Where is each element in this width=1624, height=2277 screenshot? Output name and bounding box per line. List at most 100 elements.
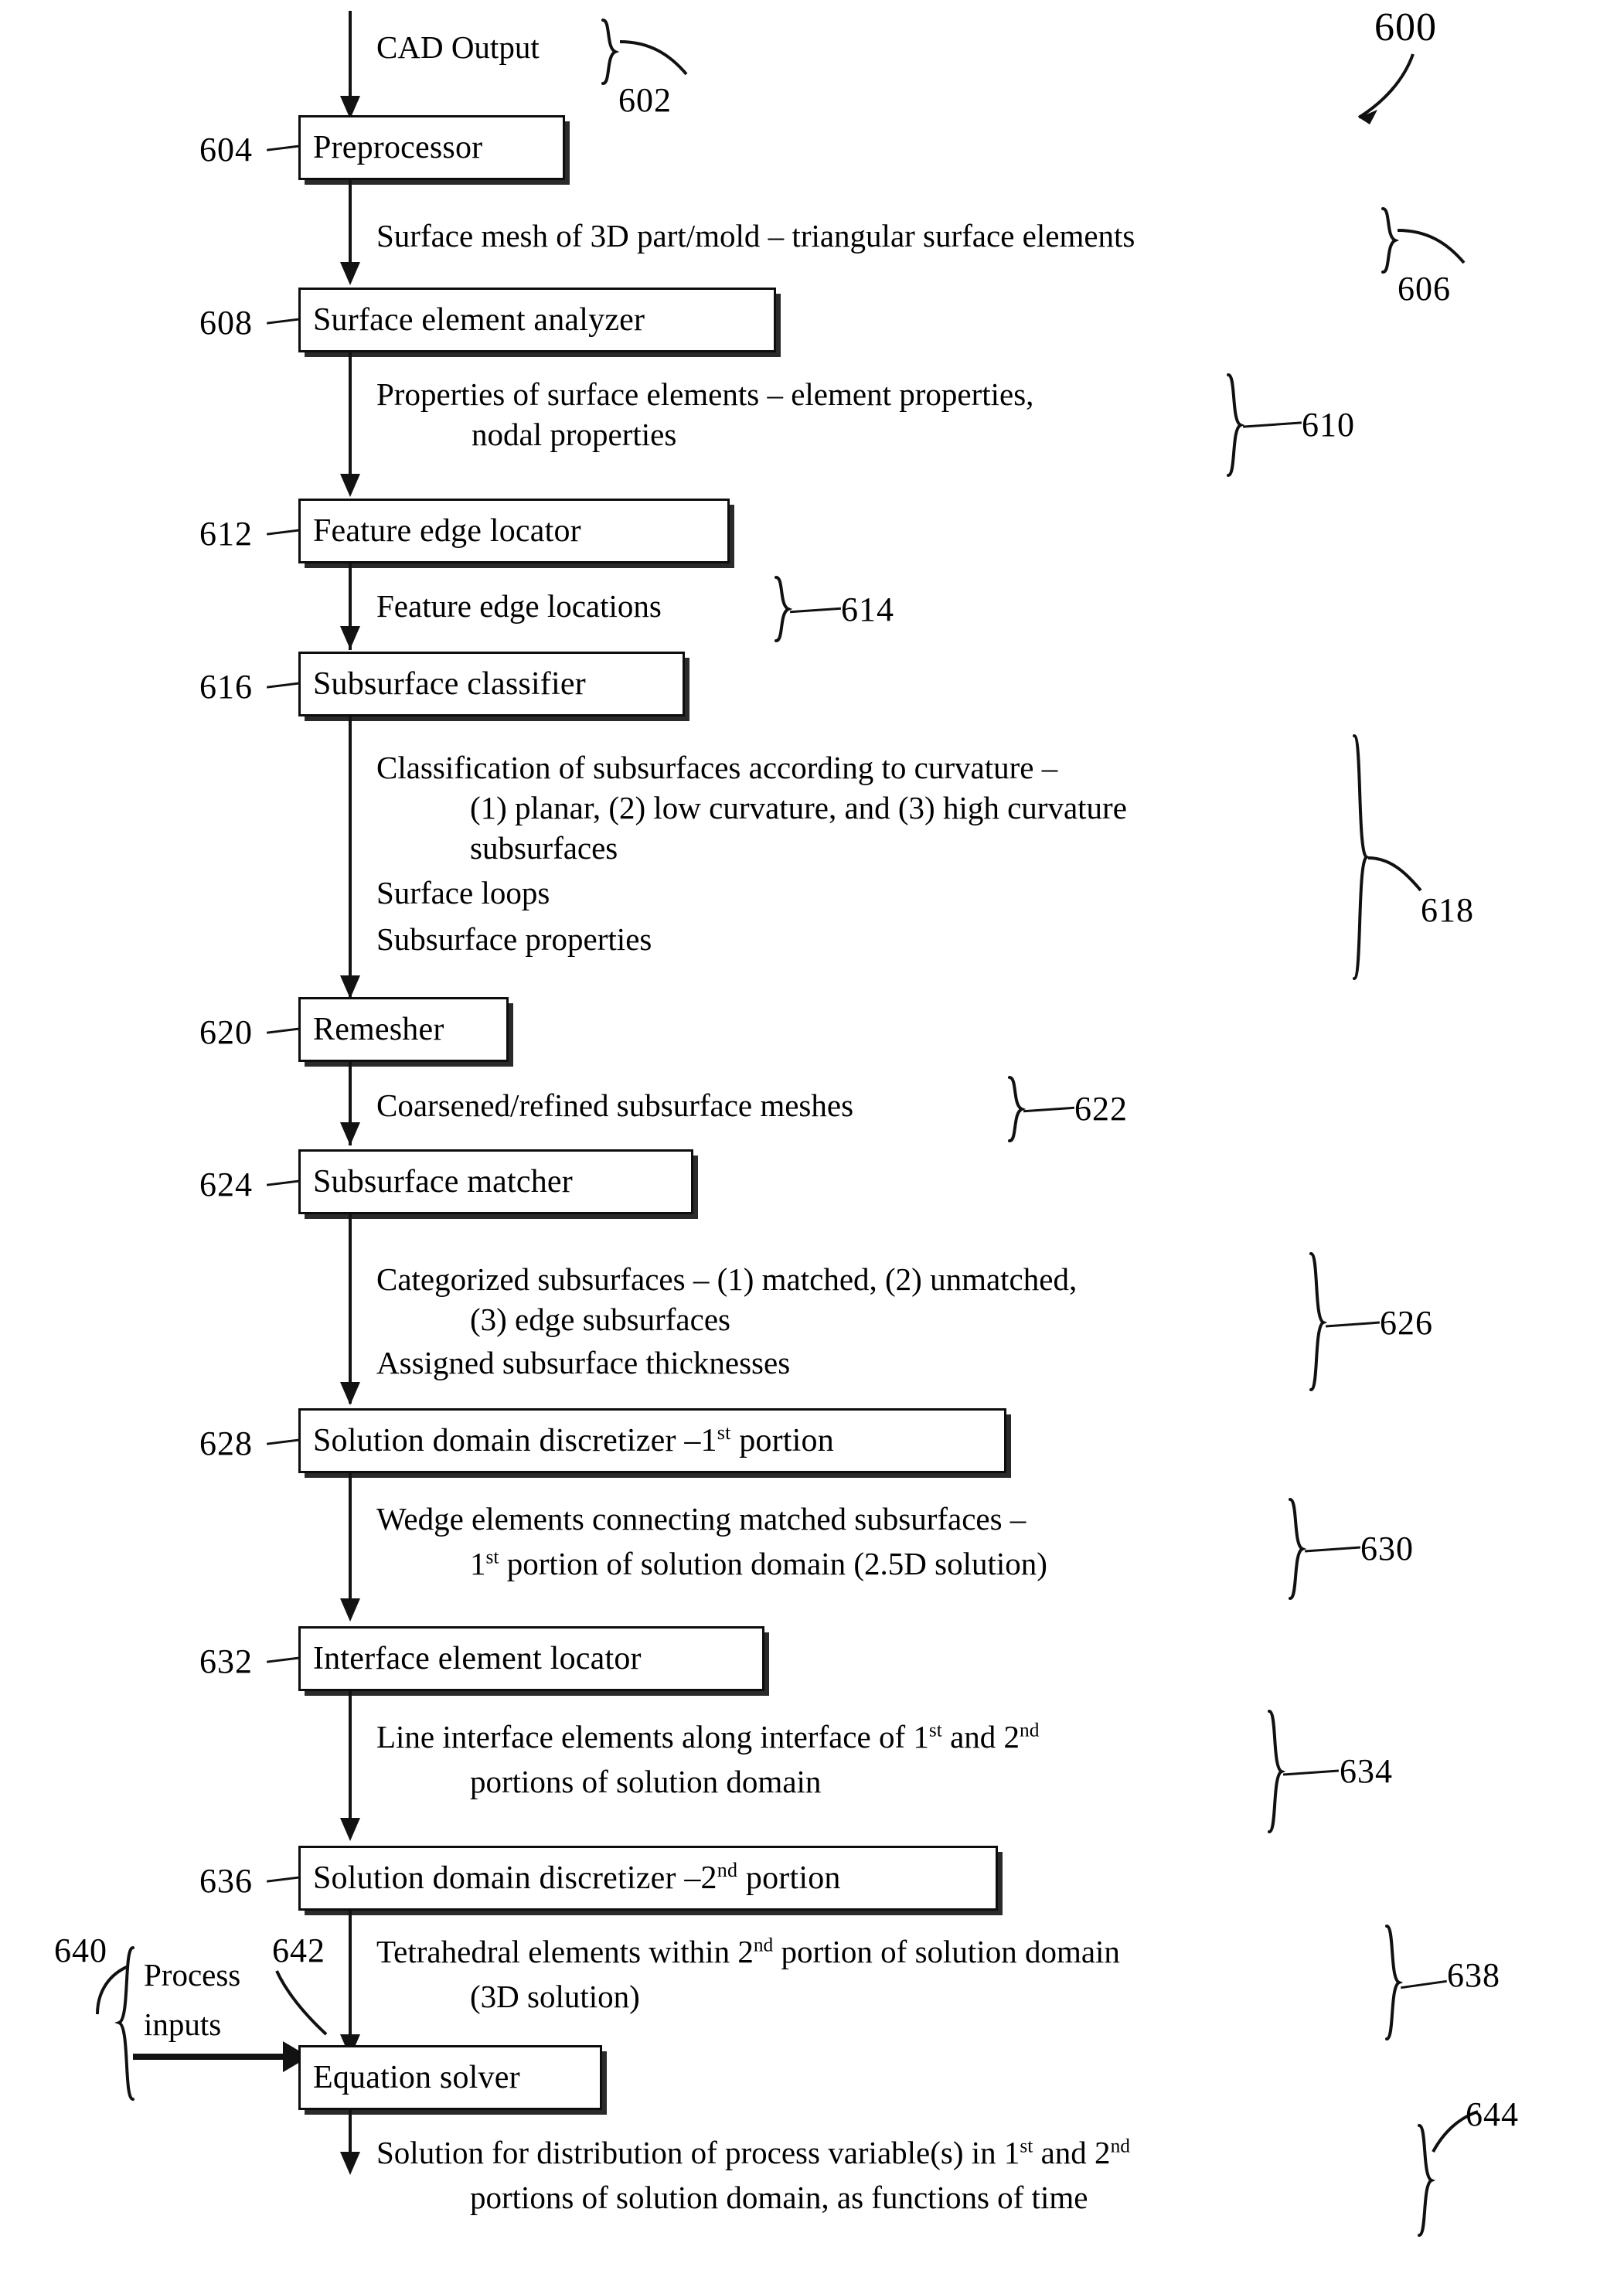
flow-text-610: Properties of surface elements – element… <box>376 375 1033 414</box>
box-subsurface-classifier[interactable]: Subsurface classifier <box>298 652 685 716</box>
flow-text-606: Surface mesh of 3D part/mold – triangula… <box>376 216 1135 255</box>
flow-text-626-line3: Assigned subsurface thicknesses <box>376 1343 790 1382</box>
flow-text-634-line1: Line interface elements along interface … <box>376 1717 1039 1756</box>
flow-text-626-line1: Categorized subsurfaces – (1) matched, (… <box>376 1260 1077 1298</box>
flow-630-line1: Wedge elements connecting matched subsur… <box>376 1501 1026 1537</box>
ref-number-606: 606 <box>1398 270 1451 308</box>
ref-number-638: 638 <box>1447 1956 1500 1994</box>
ref-number-618: 618 <box>1421 891 1474 929</box>
flow-text-618-line5: Subsurface properties <box>376 920 652 958</box>
flow-text-644-line1: Solution for distribution of process var… <box>376 2133 1130 2172</box>
leader-624 <box>266 1179 301 1186</box>
flow-634-line2: portions of solution domain <box>470 1764 822 1799</box>
box-solution-domain-discretizer-1st[interactable]: Solution domain discretizer –1st portion <box>298 1408 1006 1473</box>
arrow-head-624-628 <box>340 1382 360 1405</box>
brace-630 <box>1289 1498 1307 1600</box>
flow-text-626-line2: (3) edge subsurfaces <box>470 1300 730 1339</box>
brace-614 <box>775 576 793 642</box>
leader-628 <box>266 1438 301 1445</box>
flow-text-602: CAD Output <box>376 28 540 66</box>
flow-text-634-line2: portions of solution domain <box>470 1762 821 1801</box>
flow-text-618-line2: (1) planar, (2) low curvature, and (3) h… <box>470 788 1127 827</box>
flow-text-618-line1: Classification of subsurfaces according … <box>376 748 1057 787</box>
box-interface-element-locator[interactable]: Interface element locator <box>298 1626 764 1691</box>
flow-614-line1: Feature edge locations <box>376 588 662 624</box>
box-interface-element-locator-label: Interface element locator <box>313 1640 642 1676</box>
ref-number-620: 620 <box>199 1013 253 1051</box>
flow-610-line2: nodal properties <box>472 417 677 452</box>
process-inputs-line2: inputs <box>144 2005 221 2044</box>
arrow-head-solver-output <box>340 2152 360 2175</box>
leader-632 <box>266 1656 301 1663</box>
flow-626-line3: Assigned subsurface thicknesses <box>376 1345 791 1380</box>
box-surface-element-analyzer-label: Surface element analyzer <box>313 301 645 338</box>
leader-602 <box>619 40 688 76</box>
box-equation-solver[interactable]: Equation solver <box>298 2045 602 2110</box>
leader-620 <box>266 1027 301 1034</box>
flow-text-638-line2: (3D solution) <box>470 1977 640 2016</box>
flow-618-line2: (1) planar, (2) low curvature, and (3) h… <box>470 790 1127 825</box>
box-remesher[interactable]: Remesher <box>298 997 509 1062</box>
flow-638-line1: Tetrahedral elements within 2nd portion … <box>376 1934 1120 1969</box>
flow-text-618-line4: Surface loops <box>376 873 550 912</box>
ref-number-622: 622 <box>1074 1090 1128 1128</box>
flow-644-line1: Solution for distribution of process var… <box>376 2135 1130 2170</box>
arrow-line-solver-output <box>349 2110 352 2158</box>
arrow-line-cad-to-preprocessor <box>349 11 352 100</box>
flow-text-622: Coarsened/refined subsurface meshes <box>376 1086 853 1125</box>
box-solution-domain-discretizer-1st-label: Solution domain discretizer –1st portion <box>313 1421 834 1458</box>
flow-606-line1: Surface mesh of 3D part/mold – triangula… <box>376 218 1135 254</box>
ref-number-642: 642 <box>272 1932 325 1969</box>
box-subsurface-classifier-label: Subsurface classifier <box>313 665 586 702</box>
box-preprocessor[interactable]: Preprocessor <box>298 115 565 180</box>
arrow-line-624-628 <box>349 1214 352 1404</box>
process-inputs-text-2: inputs <box>144 2006 222 2042</box>
ref-number-612: 612 <box>199 515 253 553</box>
process-inputs-text-1: Process <box>144 1957 241 1993</box>
brace-634 <box>1268 1710 1286 1833</box>
arrow-head-628-632 <box>340 1598 360 1622</box>
box-equation-solver-label: Equation solver <box>313 2059 520 2095</box>
flow-618-line1: Classification of subsurfaces according … <box>376 750 1058 785</box>
arrow-head-616-620 <box>340 975 360 999</box>
leader-642 <box>275 1970 328 2036</box>
ref-number-636: 636 <box>199 1862 253 1900</box>
ref-number-614: 614 <box>841 591 894 628</box>
arrow-line-616-620 <box>349 716 352 1003</box>
arrow-line-636-solver <box>349 1911 352 2040</box>
box-surface-element-analyzer[interactable]: Surface element analyzer <box>298 288 776 352</box>
leader-608 <box>266 318 301 325</box>
flow-618-line3: subsurfaces <box>470 830 618 866</box>
arrow-head-608-612 <box>340 474 360 497</box>
box-solution-domain-discretizer-2nd[interactable]: Solution domain discretizer –2nd portion <box>298 1846 998 1911</box>
process-inputs-line1: Process <box>144 1955 240 1994</box>
ref-number-610: 610 <box>1302 406 1355 444</box>
flow-text-630-line1: Wedge elements connecting matched subsur… <box>376 1499 1026 1538</box>
flow-text-644-line2: portions of solution domain, as function… <box>470 2178 1088 2217</box>
box-subsurface-matcher-label: Subsurface matcher <box>313 1163 573 1200</box>
arrow-line-604-608 <box>349 180 352 267</box>
box-subsurface-matcher[interactable]: Subsurface matcher <box>298 1149 693 1214</box>
box-solution-domain-discretizer-2nd-label: Solution domain discretizer –2nd portion <box>313 1858 841 1896</box>
ref-number-634: 634 <box>1340 1752 1393 1790</box>
leader-604 <box>266 145 301 151</box>
arrow-head-612-616 <box>340 626 360 649</box>
brace-626 <box>1309 1252 1328 1391</box>
flow-626-line1: Categorized subsurfaces – (1) matched, (… <box>376 1261 1078 1297</box>
box-feature-edge-locator[interactable]: Feature edge locator <box>298 499 730 563</box>
ref-number-616: 616 <box>199 668 253 706</box>
ref-number-630: 630 <box>1360 1530 1414 1567</box>
flow-text-618-line3: subsurfaces <box>470 829 618 867</box>
arrow-line-632-636 <box>349 1691 352 1823</box>
flow-634-line1: Line interface elements along interface … <box>376 1719 1040 1755</box>
leader-640 <box>96 1965 129 2015</box>
ref-number-632: 632 <box>199 1642 253 1680</box>
flow-610-line1: Properties of surface elements – element… <box>376 376 1034 412</box>
box-preprocessor-label: Preprocessor <box>313 129 483 165</box>
ref-number-628: 628 <box>199 1424 253 1462</box>
flow-618-line5: Subsurface properties <box>376 921 652 957</box>
arrow-head-620-624 <box>340 1122 360 1145</box>
ref-number-644: 644 <box>1466 2095 1519 2133</box>
leader-612 <box>266 529 301 536</box>
flow-text-630-line2: 1st portion of solution domain (2.5D sol… <box>470 1544 1047 1583</box>
